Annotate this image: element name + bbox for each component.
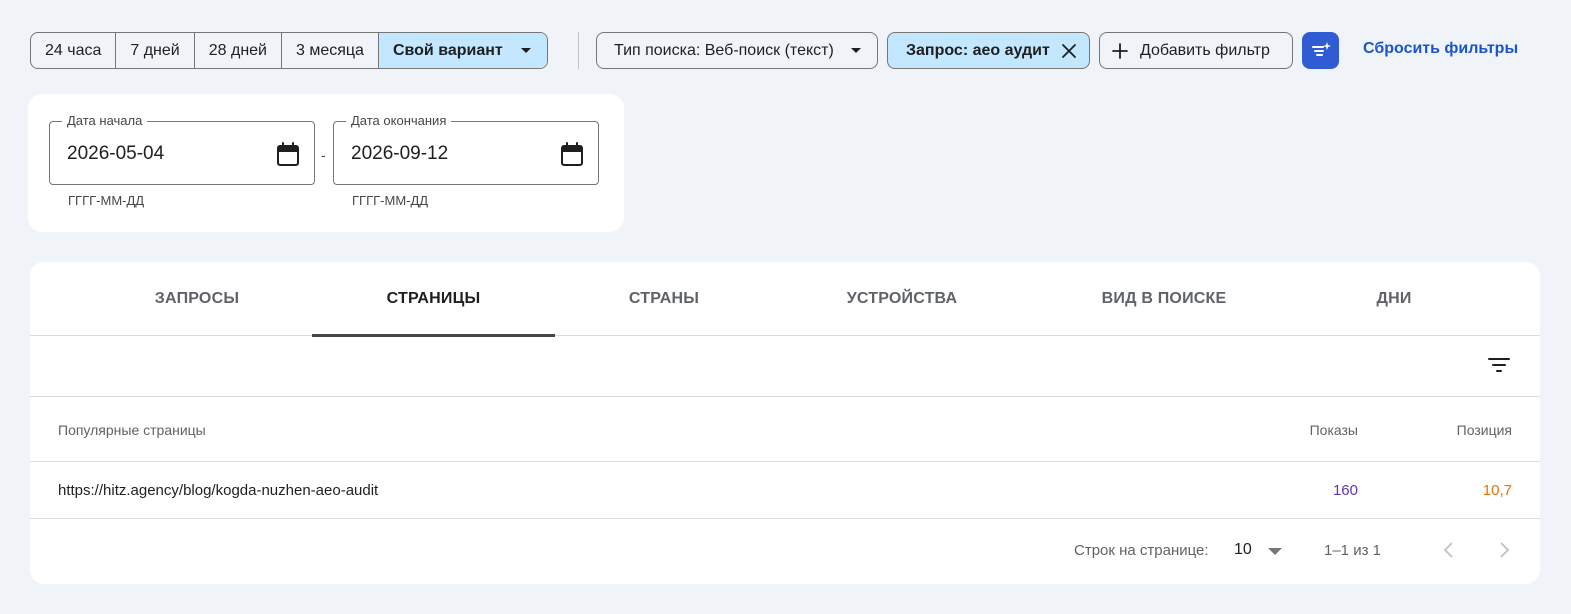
tab-devices[interactable]: УСТРОЙСТВА bbox=[800, 262, 1004, 336]
ai-filter-button[interactable] bbox=[1302, 32, 1339, 69]
start-date-value[interactable]: 2026-05-04 bbox=[67, 143, 164, 165]
toolbar-divider bbox=[578, 32, 579, 69]
rows-per-page-label: Строк на странице: bbox=[1074, 542, 1209, 559]
pagination-range: 1–1 из 1 bbox=[1324, 542, 1381, 559]
sparkle-filter-icon bbox=[1311, 41, 1331, 56]
start-date-label: Дата начала bbox=[62, 113, 148, 128]
date-range-selector: 24 часа 7 дней 28 дней 3 месяца Свой вар… bbox=[30, 32, 548, 69]
range-7d-button[interactable]: 7 дней bbox=[116, 33, 195, 68]
search-type-label: Тип поиска: Веб-поиск (текст) bbox=[614, 41, 834, 59]
end-date-format-hint: ГГГГ-ММ-ДД bbox=[352, 193, 429, 208]
add-filter-button[interactable]: Добавить фильтр bbox=[1099, 32, 1293, 69]
query-filter-label: Запрос: aeo аудит bbox=[906, 41, 1050, 59]
range-24h-button[interactable]: 24 часа bbox=[31, 33, 117, 68]
table-header: Популярные страницы Показы Позиция bbox=[30, 398, 1540, 462]
rows-per-page-select[interactable]: 10 bbox=[1234, 541, 1252, 559]
custom-date-range-panel: Дата начала 2026-05-04 - Дата окончания … bbox=[28, 94, 624, 232]
end-date-value[interactable]: 2026-09-12 bbox=[351, 143, 448, 165]
column-header-pages[interactable]: Популярные страницы bbox=[58, 422, 206, 438]
caret-down-icon[interactable] bbox=[1268, 548, 1282, 555]
chevron-left-icon[interactable] bbox=[1439, 540, 1459, 560]
search-type-filter[interactable]: Тип поиска: Веб-поиск (текст) bbox=[596, 32, 878, 69]
chevron-right-icon[interactable] bbox=[1494, 540, 1514, 560]
end-date-label: Дата окончания bbox=[346, 113, 452, 128]
reset-filters-link[interactable]: Сбросить фильтры bbox=[1363, 40, 1518, 58]
tab-pages[interactable]: СТРАНИЦЫ bbox=[312, 262, 555, 337]
tab-countries[interactable]: СТРАНЫ bbox=[562, 262, 766, 336]
filter-rows-icon[interactable] bbox=[1488, 354, 1510, 376]
row-position: 10,7 bbox=[1482, 482, 1512, 499]
end-date-field[interactable]: Дата окончания 2026-09-12 bbox=[333, 113, 599, 185]
column-header-impressions[interactable]: Показы bbox=[1310, 422, 1358, 438]
start-date-format-hint: ГГГГ-ММ-ДД bbox=[68, 193, 145, 208]
calendar-icon[interactable] bbox=[560, 141, 584, 167]
tab-queries[interactable]: ЗАПРОСЫ bbox=[90, 262, 304, 336]
range-3m-button[interactable]: 3 месяца bbox=[282, 33, 379, 68]
caret-down-icon bbox=[851, 48, 861, 53]
row-impressions: 160 bbox=[1332, 482, 1358, 499]
caret-down-icon bbox=[520, 48, 531, 53]
range-custom-button[interactable]: Свой вариант bbox=[378, 33, 547, 68]
column-header-position[interactable]: Позиция bbox=[1457, 422, 1512, 438]
add-filter-label: Добавить фильтр bbox=[1140, 41, 1270, 59]
tab-days[interactable]: ДНИ bbox=[1310, 262, 1478, 336]
range-28d-button[interactable]: 28 дней bbox=[195, 33, 282, 68]
tab-search-appearance[interactable]: ВИД В ПОИСКЕ bbox=[1044, 262, 1284, 336]
plus-icon bbox=[1112, 42, 1128, 59]
performance-table-card: ЗАПРОСЫ СТРАНИЦЫ СТРАНЫ УСТРОЙСТВА ВИД В… bbox=[30, 262, 1540, 584]
date-separator: - bbox=[321, 147, 326, 163]
start-date-field[interactable]: Дата начала 2026-05-04 bbox=[49, 113, 315, 185]
close-icon[interactable] bbox=[1061, 43, 1077, 59]
query-filter-chip[interactable]: Запрос: aeo аудит bbox=[887, 32, 1090, 69]
table-row[interactable]: https://hitz.agency/blog/kogda-nuzhen-ae… bbox=[30, 463, 1540, 519]
dimension-tabs: ЗАПРОСЫ СТРАНИЦЫ СТРАНЫ УСТРОЙСТВА ВИД В… bbox=[30, 262, 1540, 337]
row-url[interactable]: https://hitz.agency/blog/kogda-nuzhen-ae… bbox=[58, 482, 378, 499]
calendar-icon[interactable] bbox=[276, 141, 300, 167]
table-toolbar bbox=[30, 337, 1540, 397]
pagination: Строк на странице: 10 1–1 из 1 bbox=[30, 520, 1540, 584]
range-custom-label: Свой вариант bbox=[392, 41, 503, 59]
